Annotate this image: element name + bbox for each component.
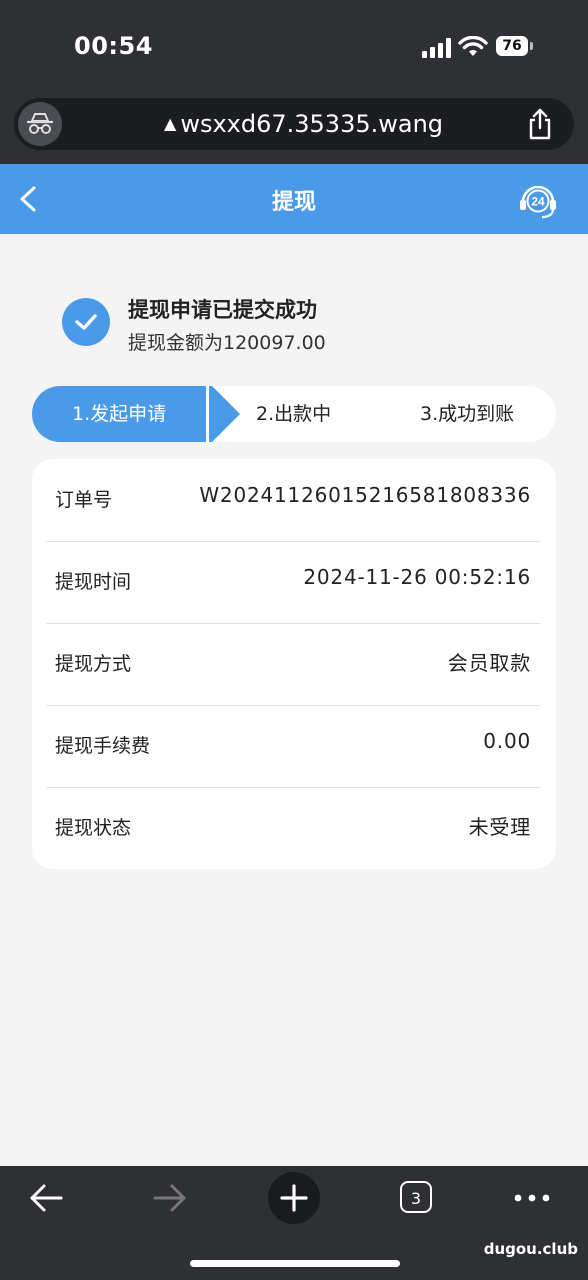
detail-row-status: 提现状态 未受理 [46, 787, 540, 869]
page-header: 提现 24 [0, 164, 588, 234]
detail-value: W2024112601521658180833​6 [199, 483, 531, 507]
svg-text:24: 24 [531, 195, 545, 209]
detail-value: 未受理 [468, 815, 531, 839]
watermark: dugou.club [483, 1240, 578, 1258]
plus-icon [280, 1184, 308, 1212]
step-2: 2.出款中 [256, 403, 332, 425]
wifi-icon [458, 36, 488, 56]
page-title: 提现 [271, 190, 316, 215]
browser-address-bar: ▲ wsxxd67.35335.wang [0, 96, 588, 164]
warning-icon: ▲ [164, 114, 177, 133]
detail-label: 提现手续费 [55, 735, 151, 757]
url-text[interactable]: ▲ wsxxd67.35335.wang [164, 110, 443, 138]
detail-label: 提现方式 [55, 653, 132, 675]
success-check-icon [62, 298, 110, 346]
detail-row-method: 提现方式 会员取款 [46, 623, 540, 706]
withdraw-amount: 提现金额为120097.00 [128, 332, 326, 354]
url-field[interactable]: ▲ wsxxd67.35335.wang [14, 98, 574, 150]
status-time: 00:54 [74, 32, 153, 60]
step-arrow [206, 386, 240, 442]
detail-label: 订单号 [55, 489, 113, 511]
status-bar: 00:54 76 [0, 0, 588, 96]
detail-value: 会员取款 [447, 651, 531, 675]
browser-back-icon[interactable] [28, 1182, 64, 1214]
headset-icon: 24 [520, 185, 556, 219]
browser-forward-icon[interactable] [152, 1182, 188, 1214]
customer-service-button[interactable]: 24 [518, 180, 558, 220]
detail-label: 提现状态 [55, 817, 132, 839]
battery-level: 76 [496, 36, 528, 56]
detail-value: 0.00 [483, 729, 531, 753]
new-tab-button[interactable] [268, 1172, 320, 1224]
home-indicator [190, 1260, 400, 1267]
private-browsing-icon[interactable] [18, 102, 62, 146]
progress-steps: 1.发起申请 2.出款中 3.成功到账 [32, 386, 556, 442]
success-title: 提现申请已提交成功 [128, 298, 317, 322]
cellular-signal-icon [422, 38, 451, 58]
step-1: 1.发起申请 [32, 386, 206, 442]
detail-row-time: 提现时间 2024-11-26 00:52:16 [46, 541, 540, 624]
more-options-icon[interactable] [514, 1188, 550, 1208]
battery-icon: 76 [496, 36, 536, 58]
detail-label: 提现时间 [55, 571, 132, 593]
step-3: 3.成功到账 [420, 403, 515, 425]
share-icon[interactable] [526, 108, 554, 140]
detail-row-fee: 提现手续费 0.00 [46, 705, 540, 788]
detail-value: 2024-11-26 00:52:16 [303, 565, 531, 589]
tabs-count-button[interactable]: 3 [400, 1181, 432, 1213]
detail-row-order-number: 订单号 W2024112601521658180833​6 [46, 459, 540, 542]
browser-toolbar: 3 dugou.club [0, 1166, 588, 1280]
withdraw-details-card: 订单号 W2024112601521658180833​6 提现时间 2024-… [32, 459, 556, 869]
